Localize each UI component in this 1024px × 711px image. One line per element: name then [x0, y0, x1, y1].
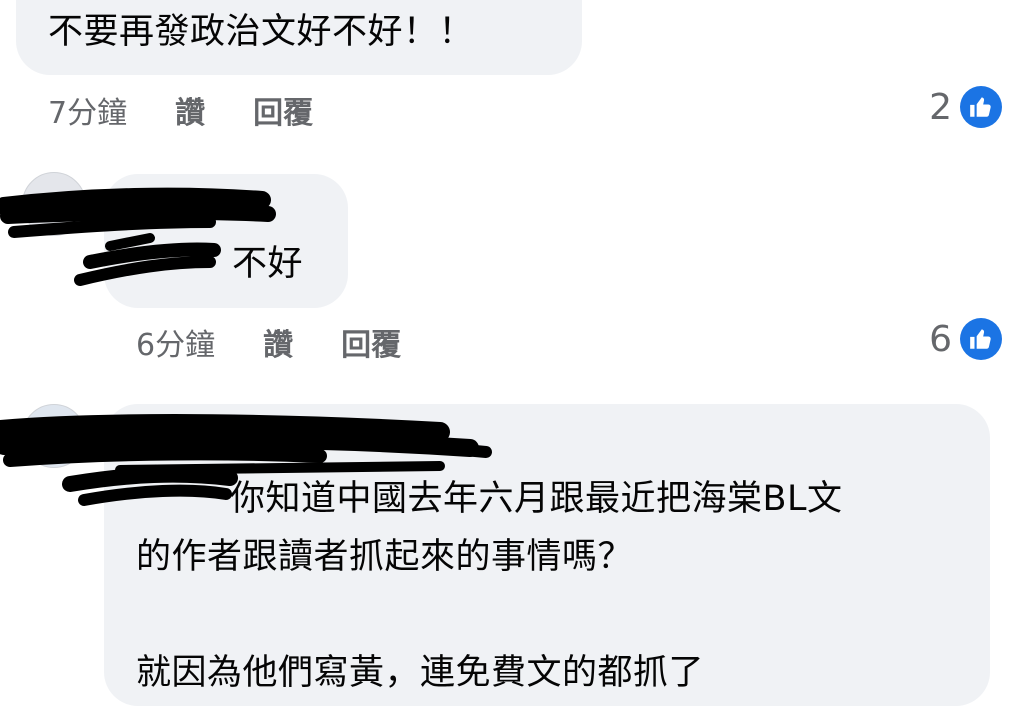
redaction-scribble	[0, 187, 492, 506]
comment-thread: 不要再發政治文好不好！！ 7分鐘 讚 回覆 2 不好 6分鐘 讚 回覆 6 你知…	[0, 0, 1024, 711]
